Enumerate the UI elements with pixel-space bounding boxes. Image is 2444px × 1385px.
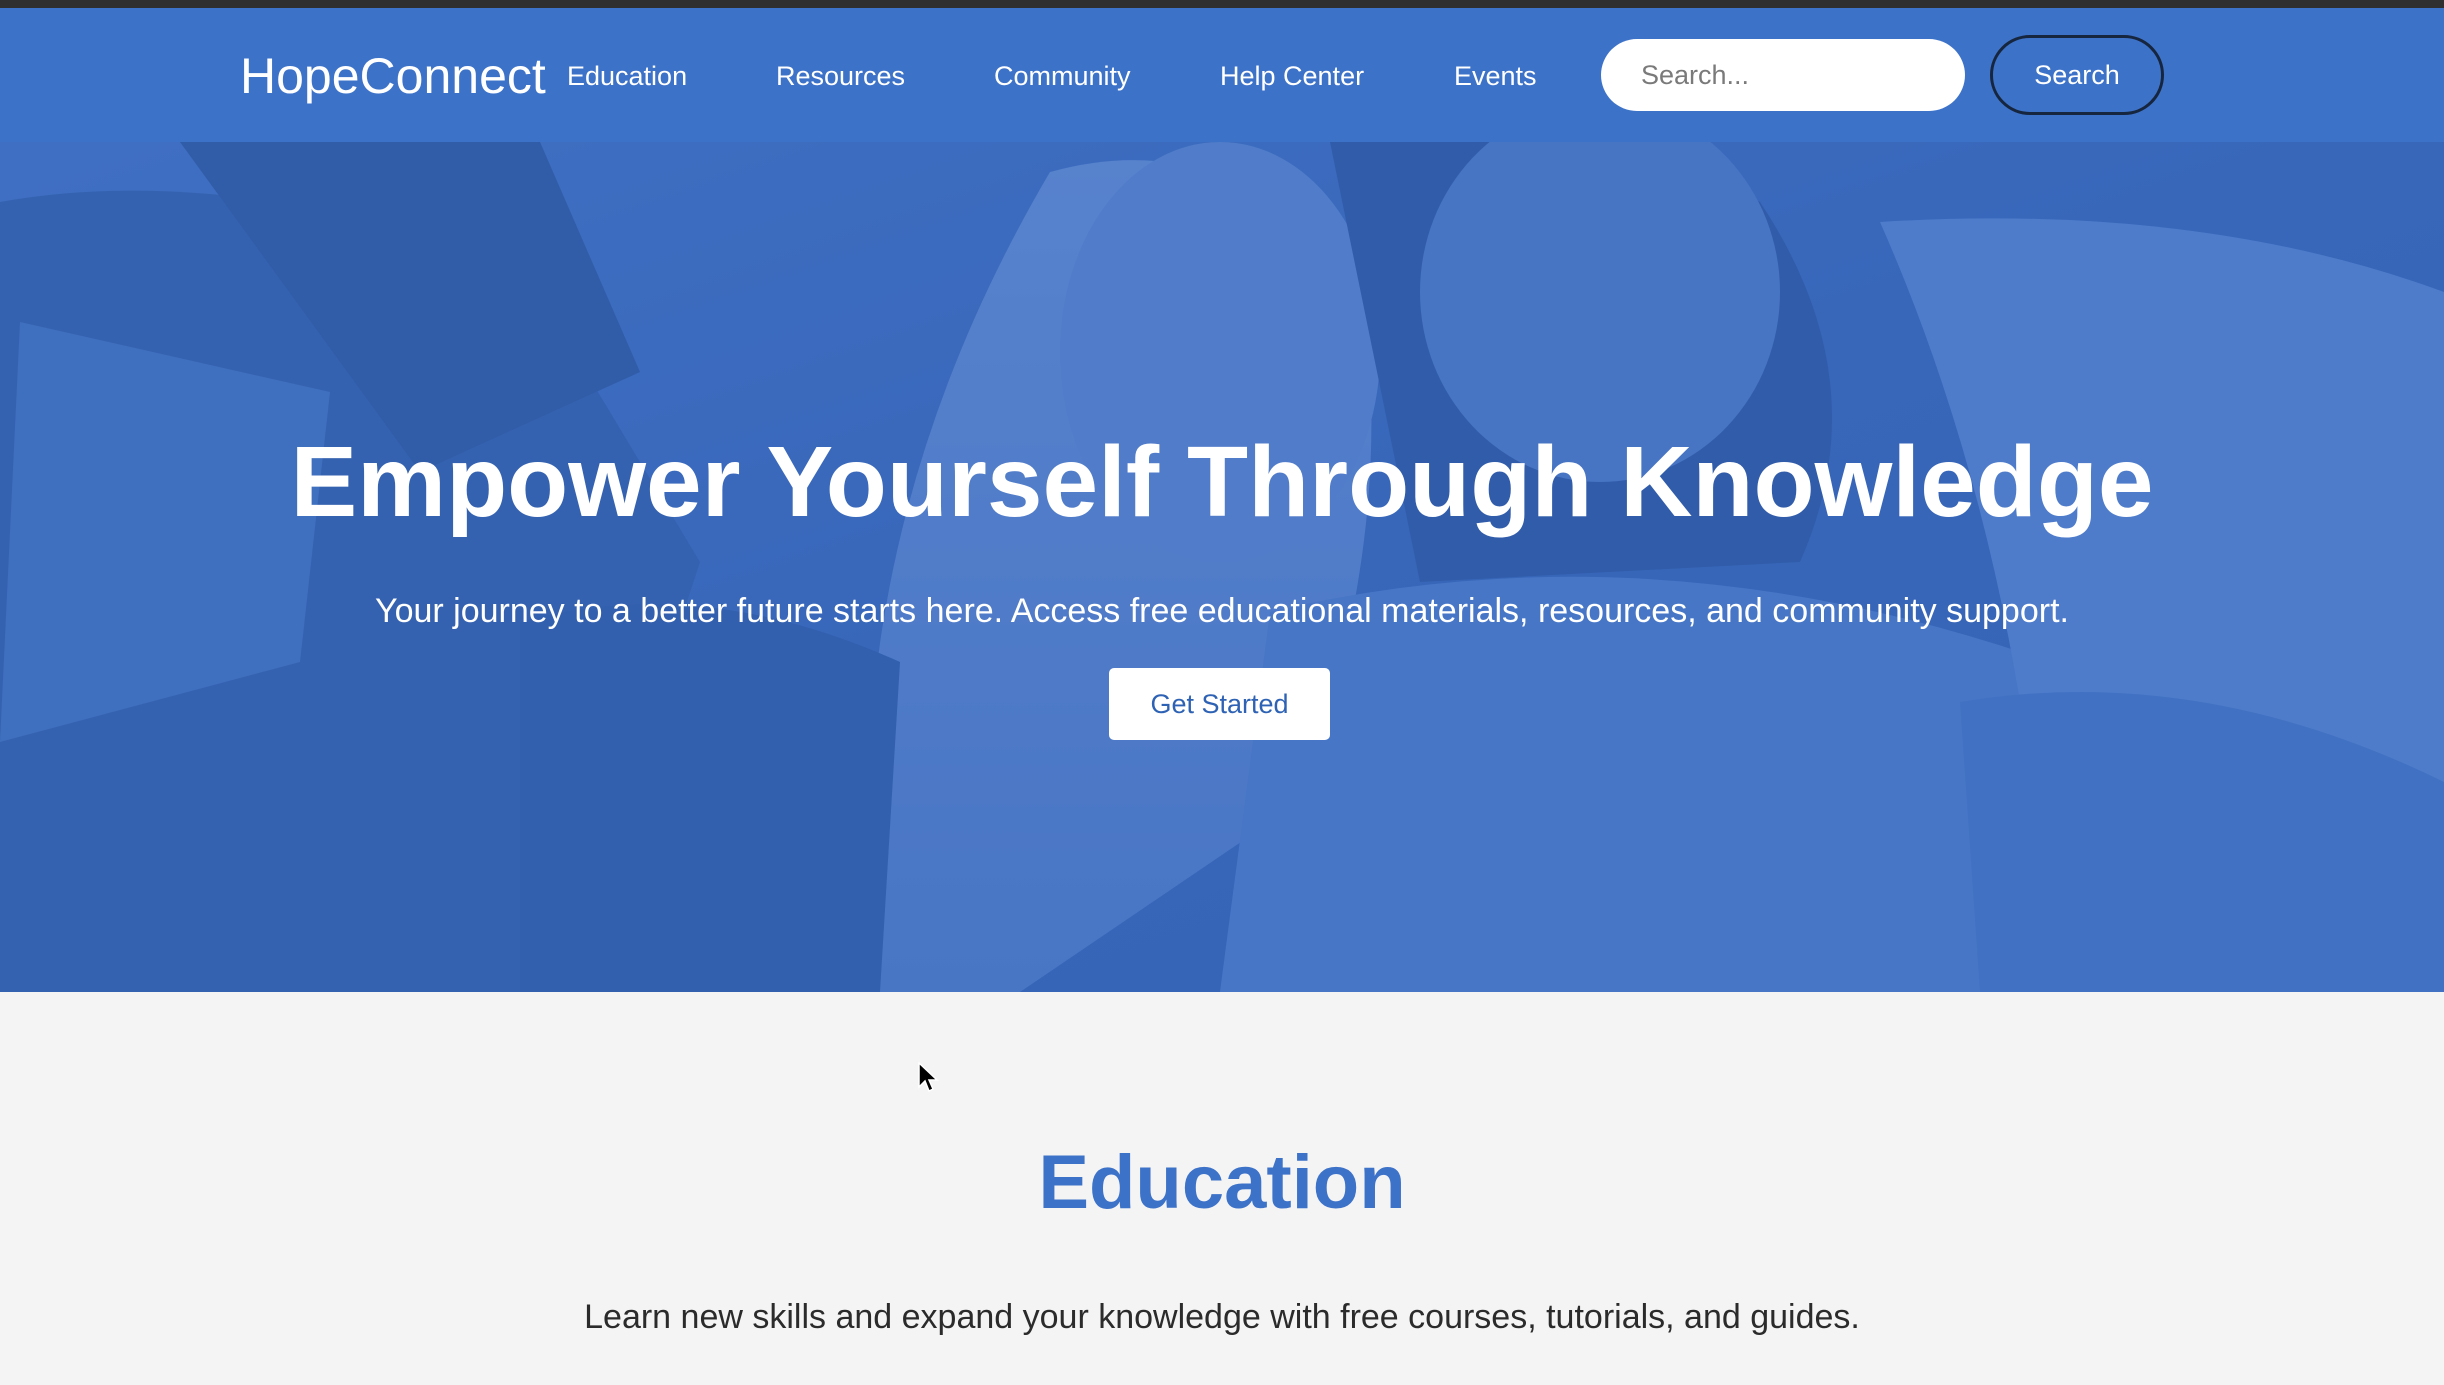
hero-section: Empower Yourself Through Knowledge Your …: [0, 142, 2444, 992]
hero-blue-overlay: [0, 142, 2444, 992]
mouse-pointer-icon: [918, 1062, 939, 1093]
site-logo[interactable]: HopeConnect: [240, 46, 546, 106]
search-input[interactable]: [1601, 39, 1965, 111]
top-navbar: HopeConnect Education Resources Communit…: [0, 8, 2444, 142]
window-top-strip: [0, 0, 2444, 8]
nav-link-help-center[interactable]: Help Center: [1220, 60, 1364, 92]
hero-title: Empower Yourself Through Knowledge: [290, 426, 2154, 538]
nav-link-events[interactable]: Events: [1454, 60, 1537, 92]
nav-link-resources[interactable]: Resources: [776, 60, 905, 92]
education-description: Learn new skills and expand your knowled…: [584, 1298, 1860, 1336]
hero-subtitle: Your journey to a better future starts h…: [375, 592, 2069, 630]
nav-link-education[interactable]: Education: [567, 60, 687, 92]
get-started-button[interactable]: Get Started: [1109, 668, 1330, 740]
nav-link-community[interactable]: Community: [994, 60, 1131, 92]
education-heading: Education: [1038, 1140, 1406, 1225]
search-button[interactable]: Search: [1990, 35, 2164, 115]
